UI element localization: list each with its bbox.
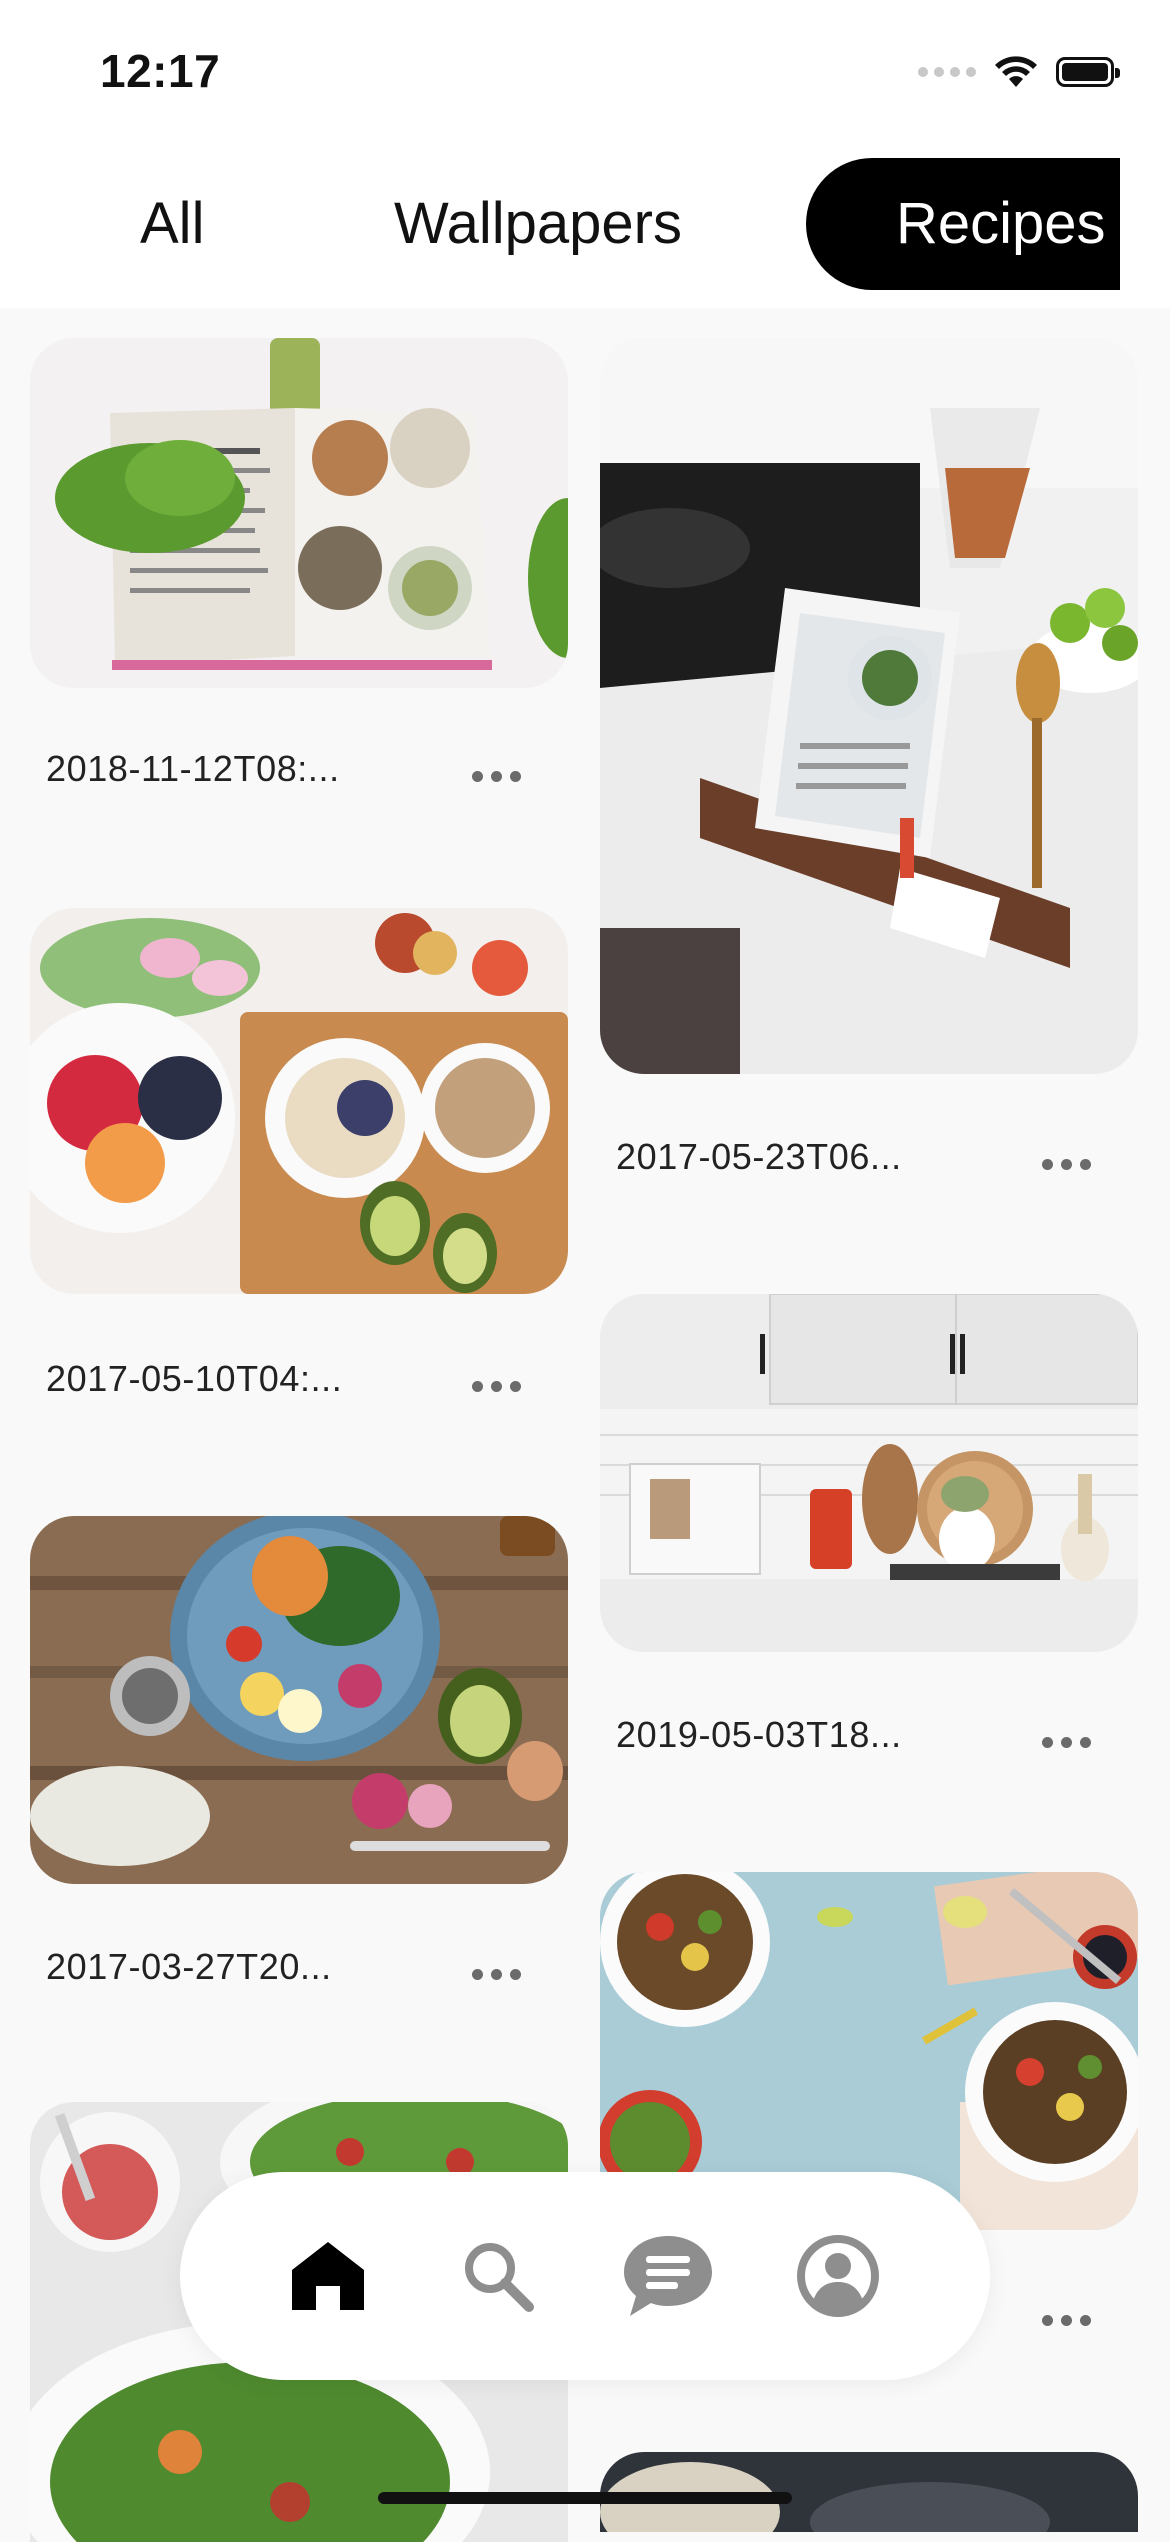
wifi-icon <box>995 56 1037 87</box>
card-image[interactable] <box>30 1516 568 1884</box>
photo-card[interactable]: 2017-03-27T20... <box>30 1516 568 1996</box>
more-options-icon[interactable] <box>472 1376 528 1396</box>
status-bar: 12:17 <box>0 0 1170 150</box>
card-caption: 2017-05-23T06... <box>616 1136 902 1177</box>
more-options-icon[interactable] <box>472 1964 528 1984</box>
home-icon <box>292 2242 364 2310</box>
photo-card[interactable]: 2018-11-12T08:... <box>30 338 568 808</box>
nav-messages[interactable] <box>616 2224 720 2328</box>
more-options-icon[interactable] <box>1042 1154 1098 1174</box>
card-caption: 2018-11-12T08:... <box>46 748 340 789</box>
tab-wallpapers[interactable]: Wallpapers <box>394 158 682 290</box>
nav-home[interactable] <box>276 2224 380 2328</box>
tab-all[interactable]: All <box>140 158 204 290</box>
card-caption: 2017-05-10T04:... <box>46 1358 343 1399</box>
profile-icon <box>797 2235 879 2317</box>
photo-card[interactable]: 2017-05-23T06... <box>600 338 1138 1208</box>
photo-card[interactable]: 2019-05-03T18... <box>600 1294 1138 1764</box>
card-image[interactable] <box>30 338 568 688</box>
search-icon <box>465 2243 534 2312</box>
card-image[interactable] <box>600 1294 1138 1652</box>
card-caption: 2017-03-27T20... <box>46 1946 332 1987</box>
card-caption: 2019-05-03T18... <box>616 1714 902 1755</box>
more-options-icon[interactable] <box>1042 1732 1098 1752</box>
status-icons <box>918 52 1120 92</box>
chat-icon <box>624 2236 712 2316</box>
nav-profile[interactable] <box>786 2224 890 2328</box>
battery-icon <box>1056 57 1120 87</box>
bottom-navigation <box>180 2172 990 2380</box>
home-indicator <box>378 2492 792 2504</box>
card-image[interactable] <box>30 908 568 1294</box>
tab-recipes[interactable]: Recipes <box>806 158 1120 290</box>
nav-search[interactable] <box>446 2224 550 2328</box>
status-time: 12:17 <box>100 45 221 97</box>
more-options-icon[interactable] <box>472 766 528 786</box>
cellular-signal-icon <box>918 67 976 77</box>
card-image[interactable] <box>600 338 1138 1074</box>
category-tabs: All Wallpapers Recipes <box>0 150 1170 308</box>
photo-card[interactable]: 2017-05-10T04:... <box>30 908 568 1408</box>
more-options-icon[interactable] <box>1042 2310 1098 2330</box>
